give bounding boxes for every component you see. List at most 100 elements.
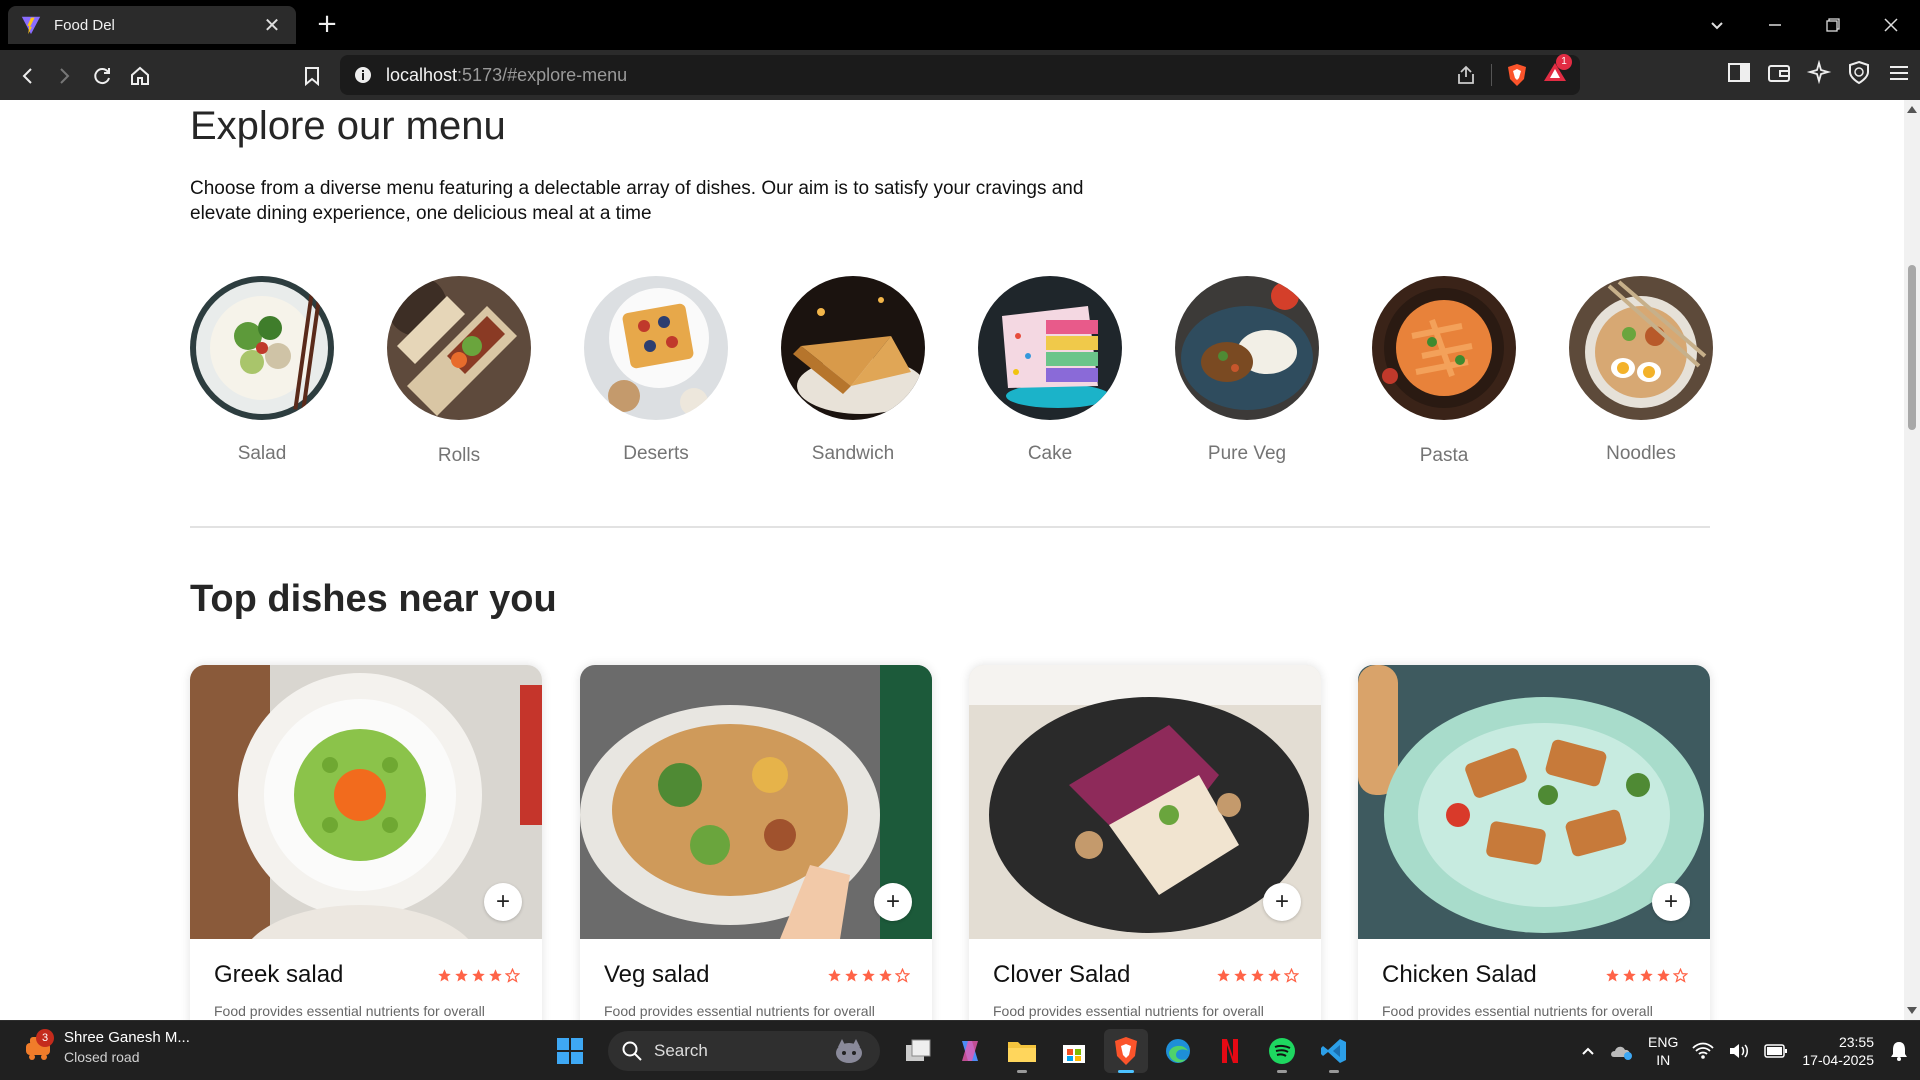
restore-icon[interactable] [1804,0,1862,50]
brave-shields-icon[interactable] [1506,63,1528,87]
menu-item-sandwich[interactable]: Sandwich [781,276,925,465]
vpn-icon[interactable] [1846,60,1872,86]
scroll-up-icon[interactable] [1907,106,1917,113]
noodles-image [1569,276,1713,420]
browser-toolbar: localhost:5173/#explore-menu 1 [0,50,1920,100]
file-explorer-icon[interactable] [1000,1029,1044,1073]
forward-icon[interactable] [48,60,80,92]
weather-badge: 3 [36,1029,54,1047]
food-description: Food provides essential nutrients for ov… [1382,1003,1653,1019]
edge-icon[interactable] [1156,1029,1200,1073]
bookmark-icon[interactable] [296,60,328,92]
sidebar-icon[interactable] [1726,60,1752,86]
menu-label: Cake [1027,443,1073,464]
clock-date: 17-04-2025 [1802,1052,1874,1068]
wifi-icon[interactable] [1692,1042,1715,1060]
share-icon[interactable] [1455,64,1477,86]
star-empty-icon [1673,968,1688,983]
weather-widget[interactable]: 3 Shree Ganesh M... Closed road [22,1029,190,1065]
tab-list-icon[interactable] [1688,0,1746,50]
menu-label: Pasta [1419,445,1469,466]
menu-item-cake[interactable]: Cake [978,276,1122,465]
food-name: Greek salad [214,961,344,988]
food-card-veg-salad[interactable]: + Veg salad Food provides essential nutr… [580,665,932,1020]
weather-subtitle: Closed road [64,1049,140,1065]
add-to-cart-button[interactable]: + [1652,883,1690,921]
microsoft-store-icon[interactable] [1052,1029,1096,1073]
salad-image [190,276,334,420]
address-bar[interactable]: localhost:5173/#explore-menu 1 [340,54,1580,95]
brave-rewards-icon[interactable]: 1 [1542,54,1572,89]
rating-stars-icon [1216,968,1299,983]
scroll-thumb[interactable] [1908,265,1916,430]
home-icon[interactable] [124,60,156,92]
onedrive-icon[interactable] [1610,1041,1634,1061]
pasta-image [1372,276,1516,420]
add-to-cart-button[interactable]: + [1263,883,1301,921]
spotify-icon[interactable] [1260,1029,1304,1073]
star-empty-icon [505,968,520,983]
brave-browser-icon[interactable] [1104,1029,1148,1073]
browser-tab[interactable]: Food Del ✕ [8,6,296,44]
show-hidden-icons-icon[interactable] [1580,1043,1596,1059]
menu-label: Salad [237,443,287,464]
rolls-image [387,276,531,420]
vscode-icon[interactable] [1312,1029,1356,1073]
add-to-cart-button[interactable]: + [874,883,912,921]
vite-favicon-icon [21,16,41,35]
star-empty-icon [1284,968,1299,983]
star-filled-icon [845,969,858,982]
minimize-icon[interactable] [1746,0,1804,50]
menu-label: Noodles [1606,443,1676,464]
netflix-icon[interactable] [1208,1029,1252,1073]
system-tray: ENG IN 23:55 17-04-2025 [1580,1029,1910,1073]
food-description: Food provides essential nutrients for ov… [214,1003,485,1019]
menu-item-pure-veg[interactable]: Pure Veg [1175,276,1319,465]
menu-item-pasta[interactable]: Pasta [1372,276,1516,467]
volume-icon[interactable] [1728,1042,1750,1060]
star-filled-icon [1234,969,1247,982]
battery-icon[interactable] [1764,1043,1788,1059]
reload-icon[interactable] [86,60,118,92]
taskbar-search-input[interactable]: Search [608,1031,880,1071]
scroll-down-icon[interactable] [1907,1007,1917,1014]
page-scrollbar[interactable] [1904,100,1920,1020]
star-filled-icon [489,969,502,982]
copilot-icon[interactable] [948,1029,992,1073]
windows-start-icon[interactable] [548,1029,592,1073]
star-filled-icon [1640,969,1653,982]
menu-item-noodles[interactable]: Noodles [1569,276,1713,465]
pure-veg-image [1175,276,1319,420]
food-name: Clover Salad [993,961,1131,988]
menu-item-rolls[interactable]: Rolls [387,276,531,467]
taskbar-apps: Search [548,1029,1356,1073]
food-card-greek-salad[interactable]: + Greek salad Food provides essential nu… [190,665,542,1020]
section-divider [190,526,1710,528]
notifications-icon[interactable] [1888,1040,1910,1062]
clock[interactable]: 23:55 17-04-2025 [1802,1033,1874,1069]
back-icon[interactable] [12,60,44,92]
clock-time: 23:55 [1838,1034,1874,1050]
wallet-icon[interactable] [1766,60,1792,86]
add-to-cart-button[interactable]: + [484,883,522,921]
food-card-chicken-salad[interactable]: + Chicken Salad Food provides essential … [1358,665,1710,1020]
explore-menu-text: Choose from a diverse menu featuring a d… [190,178,1084,224]
page-viewport: Explore our menu Choose from a diverse m… [0,100,1904,1020]
leo-ai-icon[interactable] [1806,60,1832,86]
star-filled-icon [1623,969,1636,982]
food-card-clover-salad[interactable]: + Clover Salad Food provides essential n… [969,665,1321,1020]
menu-item-salad[interactable]: Salad [190,276,334,465]
task-view-icon[interactable] [896,1029,940,1073]
browser-tabbar: Food Del ✕ + [0,0,1920,50]
language-indicator[interactable]: ENG IN [1648,1033,1678,1069]
close-window-icon[interactable] [1862,0,1920,50]
site-info-icon[interactable] [354,66,372,84]
star-filled-icon [472,969,485,982]
window-controls [1688,0,1920,50]
menu-item-deserts[interactable]: Deserts [584,276,728,465]
menu-icon[interactable] [1886,60,1912,86]
tab-close-icon[interactable]: ✕ [260,13,284,37]
new-tab-icon[interactable]: + [312,10,342,40]
url-host: localhost [386,64,458,85]
star-filled-icon [455,969,468,982]
